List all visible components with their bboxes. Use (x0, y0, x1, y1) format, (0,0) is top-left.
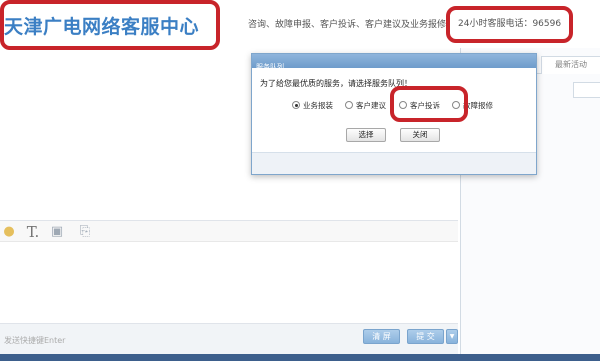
hotline-text: 24小时客服电话：96596 (458, 19, 562, 29)
radio-option[interactable]: 业务报装 (292, 99, 333, 111)
close-button[interactable]: 关闭 (400, 128, 440, 142)
radio-label: 客户建议 (356, 100, 386, 110)
radio-label: 故障报修 (463, 100, 493, 110)
radio-option[interactable]: 故障报修 (452, 99, 493, 111)
radio-icon[interactable] (452, 101, 460, 109)
select-button[interactable]: 选择 (346, 128, 386, 142)
dialog-prompt: 为了给您最优质的服务，请选择服务队列！ (260, 79, 412, 88)
dialog-header[interactable]: 服务队列 (252, 54, 536, 71)
service-queue-dialog: 服务队列 为了给您最优质的服务，请选择服务队列！ 业务报装 客户建议 客户投诉 … (251, 53, 537, 175)
site-header: 天津广电网络客服中心 咨询、故障申报、客户投诉、客户建议及业务报修 24小时客服… (0, 0, 600, 48)
dialog-title: 服务队列 (256, 63, 284, 71)
radio-checked-icon[interactable] (292, 101, 300, 109)
dialog-footer (252, 152, 536, 174)
radio-label: 客户投诉 (410, 100, 440, 110)
site-title: 天津广电网络客服中心 (4, 16, 200, 38)
radio-option[interactable]: 客户建议 (345, 99, 386, 111)
radio-label: 业务报装 (303, 100, 333, 110)
header-nav-text[interactable]: 咨询、故障申报、客户投诉、客户建议及业务报修 (248, 17, 446, 30)
radio-icon[interactable] (345, 101, 353, 109)
radio-option[interactable]: 客户投诉 (399, 99, 440, 111)
bottom-strip (0, 354, 600, 361)
radio-icon[interactable] (399, 101, 407, 109)
